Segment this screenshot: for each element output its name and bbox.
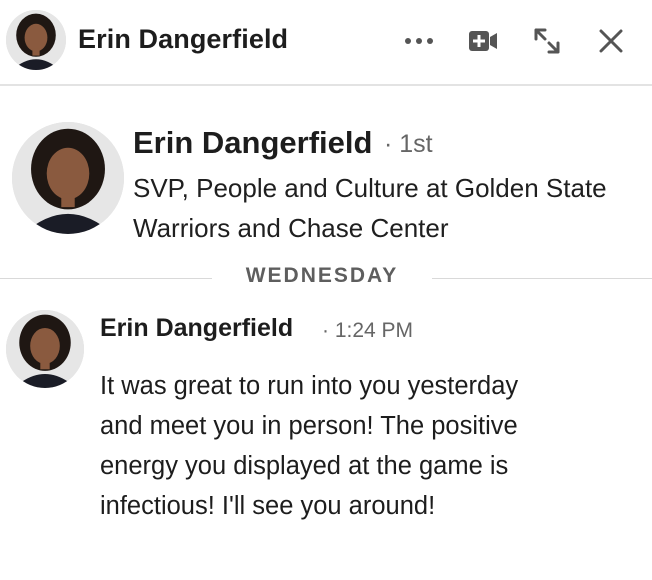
divider-line [432, 278, 652, 279]
more-options-button[interactable] [400, 22, 438, 60]
expand-icon [534, 28, 560, 54]
expand-button[interactable] [528, 22, 566, 60]
profile-name[interactable]: Erin Dangerfield [133, 125, 372, 161]
close-icon [599, 29, 623, 53]
message-avatar[interactable] [6, 310, 84, 388]
profile-headline: SVP, People and Culture at Golden State … [133, 173, 607, 243]
avatar-photo [6, 10, 66, 70]
avatar[interactable] [6, 10, 66, 70]
video-call-icon [469, 31, 497, 51]
message-body: It was great to run into you yesterday a… [100, 372, 519, 520]
close-button[interactable] [592, 22, 630, 60]
profile-avatar[interactable] [12, 122, 124, 234]
date-divider: WEDNESDAY [245, 264, 399, 287]
connection-degree: · 1st [384, 130, 433, 158]
more-horizontal-icon [405, 38, 433, 44]
sender-photo [6, 310, 84, 388]
profile-photo [12, 122, 124, 234]
video-call-button[interactable] [464, 22, 502, 60]
conversation-title[interactable]: Erin Dangerfield [78, 24, 288, 55]
message-timestamp: · 1:24 PM [322, 319, 414, 342]
message-sender[interactable]: Erin Dangerfield [100, 314, 293, 343]
divider-line [0, 278, 212, 279]
chat-header: Erin Dangerfield [0, 0, 652, 86]
